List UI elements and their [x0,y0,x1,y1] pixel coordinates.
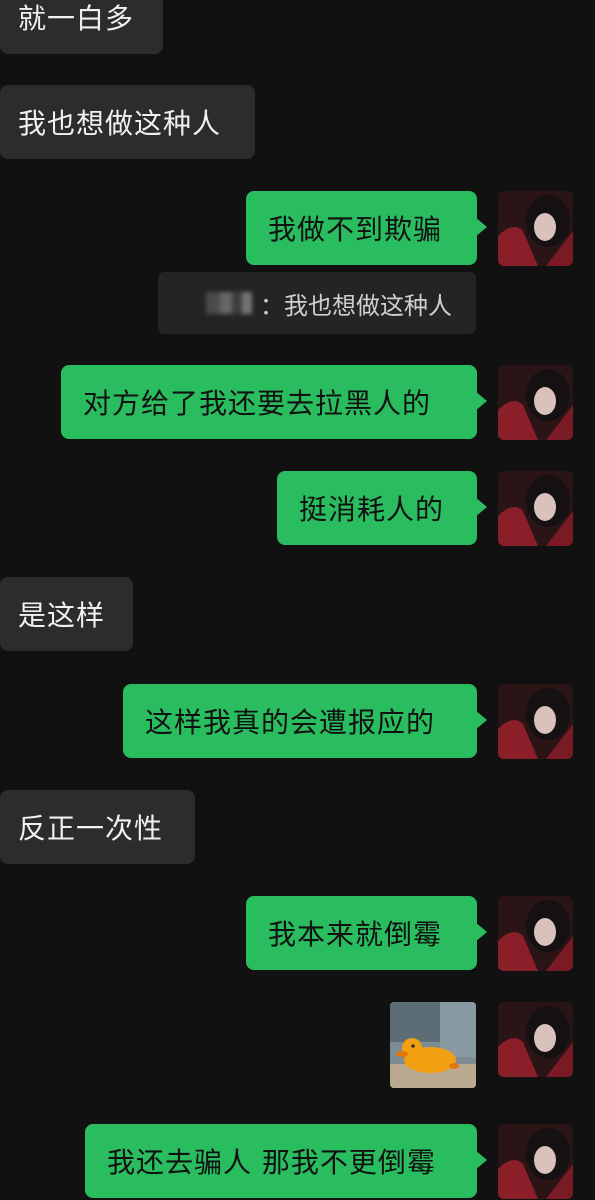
incoming-message[interactable]: 反正一次性 [0,790,195,864]
user-avatar[interactable] [498,896,573,971]
outgoing-message[interactable]: 我还去骗人 那我不更倒霉 [85,1124,487,1198]
message-text: 就一白多 [18,2,135,35]
avatar-image [498,471,573,546]
avatar-image [498,1124,573,1199]
message-text: 我还去骗人 那我不更倒霉 [107,1146,436,1179]
message-text: 对方给了我还要去拉黑人的 [83,387,432,420]
sticker-image[interactable] [390,1002,476,1088]
message-text: 我也想做这种人 [18,107,222,140]
user-avatar[interactable] [498,1002,573,1077]
outgoing-message[interactable]: 我做不到欺骗 [246,191,487,265]
user-avatar[interactable] [498,471,573,546]
message-text: 挺消耗人的 [299,493,445,526]
user-avatar[interactable] [498,365,573,440]
message-text: 我本来就倒霉 [268,918,443,951]
user-avatar[interactable] [498,1124,573,1199]
blurred-name [206,292,252,314]
avatar-image [498,896,573,971]
incoming-message[interactable]: 就一白多 [0,0,163,54]
duck-sticker-icon [390,1002,476,1088]
incoming-message[interactable]: 是这样 [0,577,133,651]
outgoing-message[interactable]: 这样我真的会遭报应的 [123,684,487,758]
quote-text: ：我也想做这种人 [260,291,452,320]
outgoing-message[interactable]: 挺消耗人的 [277,471,487,545]
message-text: 这样我真的会遭报应的 [145,706,436,739]
message-text: 是这样 [18,599,106,632]
message-text: 我做不到欺骗 [268,213,443,246]
avatar-image [498,365,573,440]
message-text: 反正一次性 [18,812,164,845]
outgoing-message[interactable]: 我本来就倒霉 [246,896,487,970]
avatar-image [498,191,573,266]
user-avatar[interactable] [498,684,573,759]
user-avatar[interactable] [498,191,573,266]
quoted-message[interactable]: ：我也想做这种人 [158,272,476,334]
outgoing-message[interactable]: 对方给了我还要去拉黑人的 [61,365,487,439]
avatar-image [498,1002,573,1077]
avatar-image [498,684,573,759]
incoming-message[interactable]: 我也想做这种人 [0,85,255,159]
